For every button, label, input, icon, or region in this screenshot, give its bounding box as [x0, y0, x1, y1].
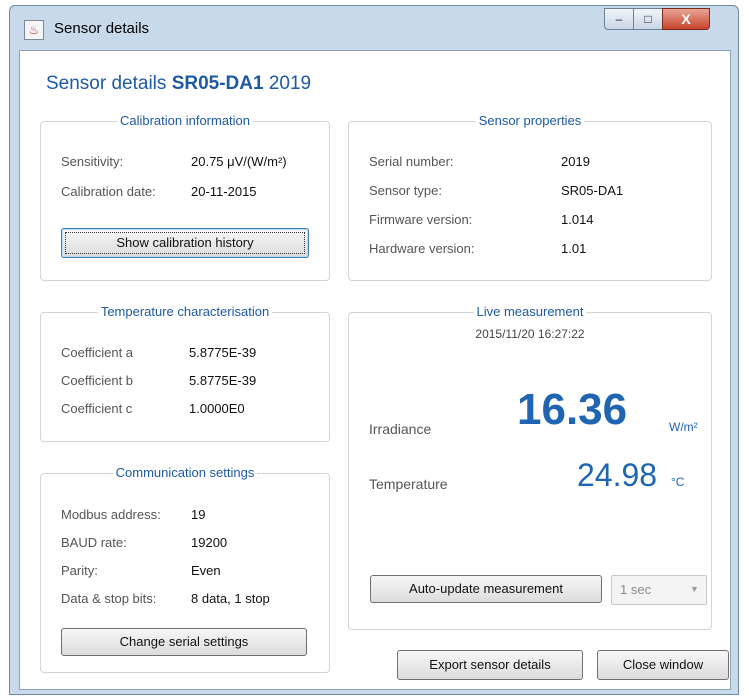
modbus-address-value: 19	[191, 507, 206, 522]
sensor-properties-group: Sensor properties Serial number: 2019 Se…	[348, 113, 712, 281]
parity-value: Even	[191, 563, 221, 578]
serial-number-label: Serial number:	[369, 154, 454, 169]
focus-ring	[65, 232, 305, 254]
communication-settings-group-title: Communication settings	[112, 465, 258, 480]
coefficient-a-value: 5.8775E-39	[189, 345, 257, 360]
data-stop-bits-value: 8 data, 1 stop	[191, 591, 270, 606]
baud-rate-value: 19200	[191, 535, 228, 550]
firmware-version-value: 1.014	[561, 212, 594, 227]
calibration-date-label: Calibration date:	[61, 184, 156, 199]
measurement-timestamp: 2015/11/20 16:27:22	[475, 327, 585, 341]
sensor-type-label: Sensor type:	[369, 183, 442, 198]
sensitivity-label: Sensitivity:	[61, 154, 124, 169]
temperature-characterisation-group-title: Temperature characterisation	[97, 304, 273, 319]
calibration-date-value: 20-11-2015	[191, 184, 257, 199]
irradiance-unit: W/m²	[669, 420, 698, 434]
hardware-version-value: 1.01	[561, 241, 587, 256]
minimize-button[interactable]: –	[604, 8, 634, 30]
sensitivity-value: 20.75 μV/(W/m²)	[191, 154, 287, 169]
window-content: Sensor details SR05-DA1 2019 Calibration…	[19, 50, 731, 690]
irradiance-value: 16.36	[517, 385, 628, 434]
title-bar[interactable]: ♨ Sensor details – □ X	[10, 6, 738, 50]
auto-update-measurement-button[interactable]: Auto-update measurement	[370, 575, 602, 603]
page-title: Sensor details SR05-DA1 2019	[46, 73, 311, 95]
modbus-address-label: Modbus address:	[61, 507, 161, 522]
show-calibration-history-button[interactable]: Show calibration history	[61, 228, 309, 258]
window-title: Sensor details	[54, 20, 150, 37]
firmware-version-label: Firmware version:	[369, 212, 473, 227]
coefficient-c-value: 1.0000E0	[189, 401, 245, 416]
close-window-x-button[interactable]: X	[662, 8, 710, 30]
change-serial-settings-button[interactable]: Change serial settings	[61, 628, 307, 656]
page-title-serial: 2019	[268, 73, 312, 94]
temperature-label: Temperature	[369, 476, 448, 492]
coefficient-b-label: Coefficient b	[61, 373, 134, 388]
live-measurement-group: Live measurement 2015/11/20 16:27:22 Irr…	[348, 304, 712, 630]
sensor-details-window: ♨ Sensor details – □ X Sensor details SR…	[9, 5, 739, 695]
sensor-properties-group-title: Sensor properties	[475, 113, 585, 128]
parity-label: Parity:	[61, 563, 98, 578]
chevron-down-icon: ▼	[690, 584, 699, 594]
data-stop-bits-label: Data & stop bits:	[61, 591, 157, 606]
calibration-group-title: Calibration information	[116, 113, 254, 128]
irradiance-label: Irradiance	[369, 421, 432, 437]
sensor-type-value: SR05-DA1	[561, 183, 624, 198]
export-sensor-details-button[interactable]: Export sensor details	[397, 650, 583, 680]
update-interval-select[interactable]: 1 sec ▼	[611, 575, 707, 605]
hardware-version-label: Hardware version:	[369, 241, 475, 256]
communication-settings-group: Communication settings Modbus address: 1…	[40, 465, 330, 673]
update-interval-value: 1 sec	[620, 582, 652, 597]
java-app-icon: ♨	[24, 20, 44, 40]
live-measurement-group-title: Live measurement	[473, 304, 587, 319]
page-title-prefix: Sensor details	[46, 73, 167, 94]
temperature-value: 24.98	[577, 457, 658, 493]
temperature-unit: °C	[671, 475, 685, 489]
calibration-group: Calibration information Sensitivity: 20.…	[40, 113, 330, 281]
serial-number-value: 2019	[561, 154, 590, 169]
close-window-button[interactable]: Close window	[597, 650, 729, 680]
maximize-button[interactable]: □	[633, 8, 663, 30]
baud-rate-label: BAUD rate:	[61, 535, 127, 550]
coefficient-a-label: Coefficient a	[61, 345, 134, 360]
coefficient-b-value: 5.8775E-39	[189, 373, 257, 388]
coefficient-c-label: Coefficient c	[61, 401, 133, 416]
page-title-model: SR05-DA1	[171, 73, 264, 94]
temperature-characterisation-group: Temperature characterisation Coefficient…	[40, 304, 330, 442]
